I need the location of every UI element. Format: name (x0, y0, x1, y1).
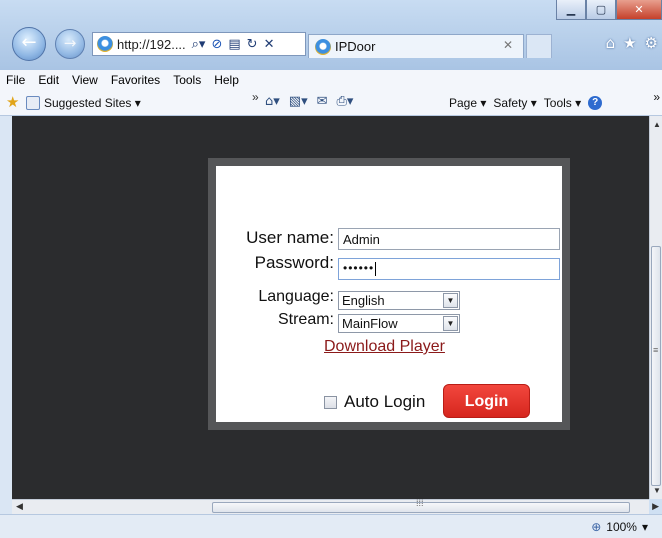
status-bar: ⊕ 100% ▾ (0, 514, 662, 538)
address-tools: ⌕▾ ⊘ ▤ ↻ ✕ (192, 37, 275, 52)
safety-menu[interactable]: Safety ▾ (493, 96, 536, 110)
username-input[interactable]: Admin (338, 228, 560, 250)
zoom-control[interactable]: ⊕ 100% ▾ (591, 520, 648, 534)
maximize-button[interactable]: ▢ (586, 0, 616, 20)
text-caret (375, 261, 377, 276)
stream-value: MainFlow (342, 316, 398, 331)
mail-icon[interactable]: ✉ (317, 94, 328, 109)
scroll-grip-icon: ≡ (653, 345, 659, 355)
login-form: User name: Admin Password: •••••• Langua… (216, 166, 562, 422)
menu-view[interactable]: View (72, 73, 98, 87)
password-input[interactable]: •••••• (338, 258, 560, 280)
menu-edit[interactable]: Edit (38, 73, 59, 87)
block-icon[interactable]: ⊘ (211, 37, 222, 52)
auto-login-option[interactable]: Auto Login (324, 392, 425, 412)
tab-ie-icon (315, 38, 331, 55)
chevron-down-icon[interactable]: ▼ (443, 293, 458, 308)
help-icon[interactable]: ? (588, 96, 603, 110)
vertical-scrollbar[interactable]: ▲ ≡ ▼ (649, 116, 662, 499)
tab-title: IPDoor (335, 39, 376, 54)
window-controls: ▁ ▢ ✕ (556, 0, 662, 22)
browser-right-icons: ⌂ ★ ⚙ (606, 34, 658, 52)
ie-page-icon (97, 36, 113, 52)
horizontal-scrollbar[interactable]: ◀ ⁞⁞⁞ ▶ (12, 498, 659, 514)
favorites-add-icon[interactable]: ★ (6, 95, 22, 111)
chevron-more-right-icon[interactable]: » (653, 90, 660, 104)
language-label: Language: (258, 288, 334, 305)
new-tab-button[interactable] (526, 34, 552, 58)
password-value: •••••• (343, 261, 375, 275)
menu-favorites[interactable]: Favorites (111, 73, 160, 87)
scroll-down-icon[interactable]: ▼ (653, 486, 661, 495)
page-menu[interactable]: Page ▾ (449, 96, 486, 110)
command-bar: ★ Suggested Sites ▾ » ⌂▾ ▧▾ ✉ ⎙▾ Page ▾ … (0, 90, 662, 116)
chevron-down-icon[interactable]: ▼ (443, 316, 458, 331)
stream-label: Stream: (277, 311, 334, 328)
zoom-level: 100% (606, 520, 637, 534)
tools-menu[interactable]: Tools ▾ (544, 96, 581, 110)
menu-file[interactable]: File (6, 73, 25, 87)
command-menus: Page ▾ Safety ▾ Tools ▾ ? (449, 96, 603, 110)
minimize-button[interactable]: ▁ (556, 0, 586, 20)
home-page-icon[interactable]: ⌂▾ (265, 94, 280, 109)
auto-login-checkbox[interactable] (324, 395, 337, 409)
menu-bar: File Edit View Favorites Tools Help (0, 70, 662, 90)
arrow-left-icon: ← (21, 32, 37, 53)
stream-select[interactable]: MainFlow ▼ (338, 314, 460, 333)
password-label: Password: (254, 253, 334, 272)
zoom-icon: ⊕ (591, 520, 602, 534)
chevron-down-icon: ▾ (641, 520, 648, 534)
favorites-star-icon[interactable]: ★ (623, 34, 636, 52)
vertical-scroll-thumb[interactable] (651, 246, 661, 486)
back-button[interactable]: ← (12, 27, 46, 61)
menu-tools[interactable]: Tools (173, 73, 201, 87)
scroll-up-icon[interactable]: ▲ (653, 120, 661, 129)
command-icons: ⌂▾ ▧▾ ✉ ⎙▾ (265, 94, 353, 109)
window-frame-left (0, 116, 12, 514)
scroll-left-icon[interactable]: ◀ (16, 501, 23, 512)
language-value: English (342, 293, 385, 308)
scroll-right-icon[interactable]: ▶ (652, 501, 659, 512)
scroll-grip-h-icon: ⁞⁞⁞ (416, 498, 424, 508)
arrow-right-icon: → (63, 34, 77, 52)
forward-button[interactable]: → (55, 29, 85, 59)
suggested-sites-link[interactable]: Suggested Sites ▾ (44, 96, 141, 110)
auto-login-label: Auto Login (344, 392, 426, 411)
gear-icon[interactable]: ⚙ (645, 34, 658, 52)
home-icon[interactable]: ⌂ (606, 34, 616, 52)
feeds-icon[interactable]: ▧▾ (289, 94, 308, 109)
search-icon[interactable]: ⌕▾ (192, 37, 206, 52)
browser-titlebar: ▁ ▢ ✕ ← → http://192.... ⌕▾ ⊘ ▤ ↻ ✕ IPDo… (0, 0, 662, 70)
address-text: http://192.... (117, 36, 186, 52)
download-player-link[interactable]: Download Player (324, 338, 445, 356)
menu-help[interactable]: Help (214, 73, 239, 87)
compat-icon[interactable]: ▤ (228, 37, 240, 52)
username-value: Admin (343, 232, 380, 247)
username-label: User name: (246, 228, 334, 247)
tab-close-icon[interactable]: ✕ (503, 38, 513, 52)
tab-ipdoor[interactable]: IPDoor ✕ (308, 34, 524, 58)
suggested-sites-icon (26, 96, 40, 110)
language-select[interactable]: English ▼ (338, 291, 460, 310)
stop-icon[interactable]: ✕ (264, 37, 275, 52)
login-button[interactable]: Login (443, 384, 530, 418)
print-icon[interactable]: ⎙▾ (337, 94, 354, 109)
login-panel: User name: Admin Password: •••••• Langua… (208, 158, 570, 430)
refresh-icon[interactable]: ↻ (247, 37, 258, 52)
address-bar[interactable]: http://192.... ⌕▾ ⊘ ▤ ↻ ✕ (92, 32, 306, 56)
chevron-more-icon[interactable]: » (252, 90, 259, 104)
close-window-button[interactable]: ✕ (616, 0, 662, 20)
